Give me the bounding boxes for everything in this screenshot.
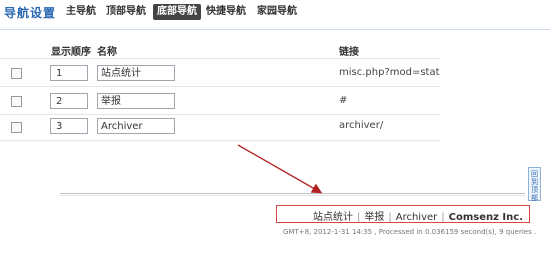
footer-separator: | — [356, 212, 361, 223]
footer-separator: | — [388, 212, 392, 223]
footer-nav-preview: 站点统计 | 举报 | Archiver | Comsenz Inc. — [276, 205, 530, 223]
footer-link-archiver[interactable]: Archiver — [396, 212, 438, 223]
footer-separator: | — [441, 212, 445, 223]
footer-link-report[interactable]: 举报 — [364, 212, 384, 223]
footer-brand[interactable]: Comsenz Inc. — [449, 212, 523, 223]
footer-link-stats[interactable]: 站点统计 — [313, 212, 353, 223]
footer-links: 站点统计 | 举报 | Archiver | Comsenz Inc. — [313, 208, 523, 223]
processed-info: GMT+8, 2012-1-31 14:35 , Processed in 0.… — [283, 228, 537, 236]
